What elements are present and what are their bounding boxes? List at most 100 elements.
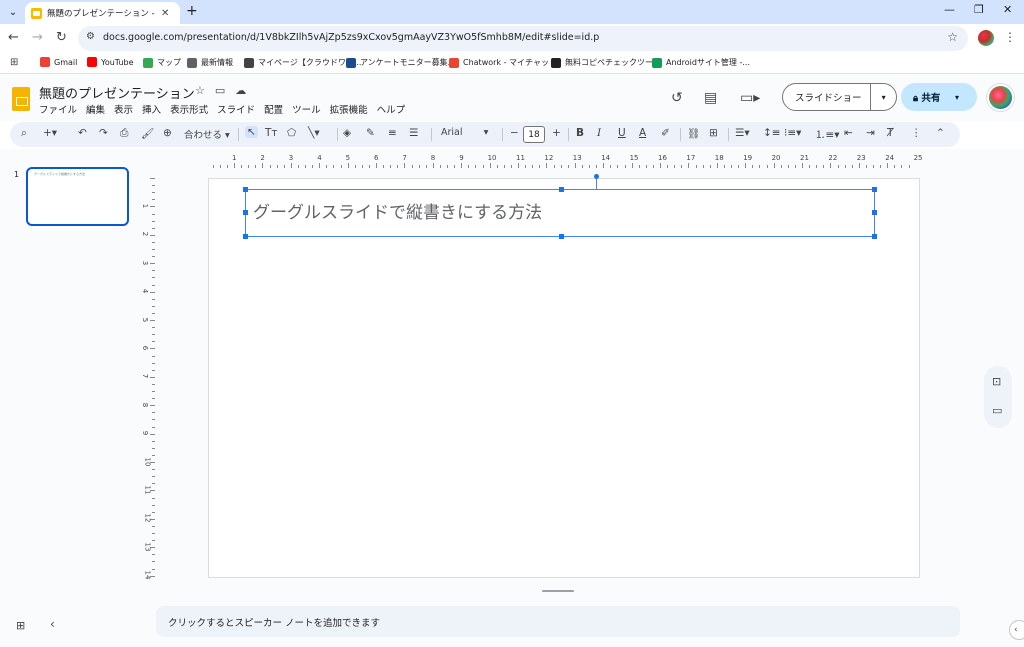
- menu-format[interactable]: 表示形式: [170, 102, 208, 116]
- show-side-panel-icon[interactable]: ‹: [1009, 620, 1024, 640]
- close-tab-icon[interactable]: ✕: [161, 8, 169, 19]
- bookmark-1[interactable]: Gmail: [40, 57, 77, 67]
- bookmark-4[interactable]: 最新情報: [187, 57, 233, 68]
- title-text[interactable]: グーグルスライドで縦書きにする方法: [253, 198, 542, 223]
- menu-extensions[interactable]: 拡張機能: [330, 102, 368, 116]
- clear-formatting-icon[interactable]: Ⱦ: [887, 127, 893, 139]
- add-image-icon[interactable]: ⊡: [992, 375, 1001, 388]
- slideshow-label[interactable]: スライドショー: [783, 90, 870, 104]
- account-avatar[interactable]: [987, 84, 1014, 111]
- collapse-filmstrip-icon[interactable]: ‹: [50, 617, 55, 631]
- print-icon[interactable]: ⎙: [120, 127, 128, 140]
- close-window-icon[interactable]: ✕: [1003, 3, 1012, 16]
- align-icon[interactable]: ☰▾: [735, 127, 750, 139]
- cloud-status-icon[interactable]: ☁: [235, 84, 246, 97]
- star-icon[interactable]: ☆: [195, 84, 205, 97]
- back-arrow-icon[interactable]: ←: [8, 30, 19, 45]
- address-bar[interactable]: ⚙ docs.google.com/presentation/d/1V8bkZI…: [78, 26, 968, 51]
- select-cursor-icon[interactable]: ↖: [245, 126, 258, 138]
- fill-color-icon[interactable]: ◈: [343, 127, 351, 139]
- document-title[interactable]: 無題のプレゼンテーション: [39, 83, 195, 102]
- apps-grid-icon[interactable]: ⊞: [10, 57, 18, 68]
- resize-handle-bottom-left[interactable]: [243, 234, 248, 239]
- folder-icon[interactable]: ▭: [992, 404, 1002, 417]
- horizontal-ruler[interactable]: 1 2 3 4 5 6 7 8 9 10 11 12 13 14 15 16 17 18 19 20 21 22 23 24 2…: [208, 152, 923, 168]
- bookmark-3[interactable]: マップ: [143, 57, 181, 68]
- slide-thumbnail[interactable]: グーグルスライドで縦書きにする方法: [26, 167, 129, 226]
- zoom-icon[interactable]: ⊕: [163, 127, 172, 139]
- increase-indent-icon[interactable]: ⇥: [866, 127, 875, 139]
- rotate-handle[interactable]: [594, 174, 599, 179]
- restore-icon[interactable]: ❐: [974, 3, 984, 16]
- menu-view[interactable]: 表示: [114, 102, 133, 116]
- tab-search-chevron-down-icon[interactable]: ⌄: [4, 3, 22, 21]
- bookmark-2[interactable]: YouTube: [87, 57, 134, 67]
- share-dropdown-icon[interactable]: ▾: [955, 93, 959, 102]
- slideshow-dropdown-icon[interactable]: ▾: [870, 84, 896, 110]
- border-dash-icon[interactable]: ☰: [409, 127, 418, 139]
- image-shape-icon[interactable]: ⬠: [287, 127, 296, 139]
- line-spacing-icon[interactable]: ↕≡: [763, 127, 781, 139]
- slide-canvas[interactable]: グーグルスライドで縦書きにする方法: [208, 174, 920, 578]
- border-weight-icon[interactable]: ≡: [388, 127, 397, 139]
- bulleted-list-icon[interactable]: ⁝≡▾: [784, 127, 801, 139]
- share-label[interactable]: 🔒︎ 共有: [901, 90, 955, 104]
- new-tab-plus-icon[interactable]: +: [186, 3, 198, 19]
- font-size-input[interactable]: 18: [523, 126, 545, 143]
- profile-avatar-small[interactable]: [978, 30, 994, 46]
- menu-file[interactable]: ファイル: [39, 102, 77, 116]
- resize-handle-bottom[interactable]: [559, 234, 564, 239]
- reload-icon[interactable]: ↻: [56, 30, 67, 45]
- browser-menu-icon[interactable]: ⋮: [1004, 30, 1016, 44]
- resize-handle-top[interactable]: [559, 187, 564, 192]
- numbered-list-icon[interactable]: ⒈≡▾: [815, 127, 840, 142]
- highlight-color-icon[interactable]: ✐: [661, 127, 670, 139]
- bookmark-5[interactable]: マイページ【クラウドワー...: [244, 57, 361, 68]
- speaker-notes[interactable]: クリックするとスピーカー ノートを追加できます: [156, 606, 960, 637]
- menu-edit[interactable]: 編集: [86, 102, 105, 116]
- minimize-icon[interactable]: —: [944, 3, 955, 16]
- bookmark-8[interactable]: 無料コピペチェックツー...: [551, 57, 661, 68]
- resize-handle-top-right[interactable]: [872, 187, 877, 192]
- notes-resize-handle[interactable]: [542, 590, 574, 592]
- border-color-icon[interactable]: ✎: [366, 127, 375, 139]
- decrease-indent-icon[interactable]: ⇤: [844, 127, 853, 139]
- share-button[interactable]: 🔒︎ 共有 ▾: [901, 83, 977, 111]
- line-icon[interactable]: ╲▾: [308, 127, 320, 139]
- bookmark-9[interactable]: Androidサイト管理 -...: [652, 57, 750, 68]
- slideshow-button[interactable]: スライドショー ▾: [782, 83, 897, 111]
- redo-icon[interactable]: ↷: [99, 127, 108, 139]
- resize-handle-left[interactable]: [243, 210, 248, 215]
- text-color-icon[interactable]: A: [639, 127, 646, 139]
- more-options-icon[interactable]: ⋮: [911, 127, 922, 139]
- url-text[interactable]: docs.google.com/presentation/d/1V8bkZIlh…: [103, 32, 599, 43]
- menu-insert[interactable]: 挿入: [142, 102, 161, 116]
- grid-view-icon[interactable]: ⊞: [16, 619, 25, 632]
- bold-icon[interactable]: B: [576, 127, 584, 139]
- collapse-menus-icon[interactable]: ⌃: [936, 127, 945, 139]
- version-history-icon[interactable]: ↺: [671, 90, 683, 106]
- menu-slide[interactable]: スライド: [217, 102, 255, 116]
- menu-arrange[interactable]: 配置: [264, 102, 283, 116]
- resize-handle-right[interactable]: [872, 210, 877, 215]
- resize-handle-top-left[interactable]: [243, 187, 248, 192]
- font-select[interactable]: Arial ▾: [441, 127, 488, 138]
- move-folder-icon[interactable]: ▭: [215, 84, 225, 97]
- zoom-select[interactable]: 合わせる ▾: [184, 127, 230, 141]
- paint-format-icon[interactable]: 🖌︎: [141, 127, 154, 140]
- search-menus-icon[interactable]: ⌕: [21, 127, 27, 140]
- underline-icon[interactable]: U: [618, 127, 626, 139]
- increase-font-size-icon[interactable]: +: [552, 127, 561, 139]
- new-slide-plus-icon[interactable]: +▾: [43, 127, 57, 139]
- bookmark-star-icon[interactable]: ☆: [947, 30, 958, 44]
- vertical-ruler[interactable]: 1 2 3 4 5 6 7 8 9 10 11 12 13 14: [141, 178, 155, 580]
- comments-icon[interactable]: ▤: [704, 90, 717, 106]
- browser-tab[interactable]: 無題のプレゼンテーション - Google ✕: [25, 2, 180, 24]
- menu-help[interactable]: ヘルプ: [377, 102, 406, 116]
- insert-link-icon[interactable]: ⛓: [687, 127, 700, 140]
- site-info-icon[interactable]: ⚙: [86, 31, 95, 42]
- undo-icon[interactable]: ↶: [78, 127, 87, 139]
- decrease-font-size-icon[interactable]: −: [510, 127, 519, 139]
- title-text-box[interactable]: グーグルスライドで縦書きにする方法: [243, 174, 877, 239]
- forward-arrow-icon[interactable]: →: [32, 30, 43, 45]
